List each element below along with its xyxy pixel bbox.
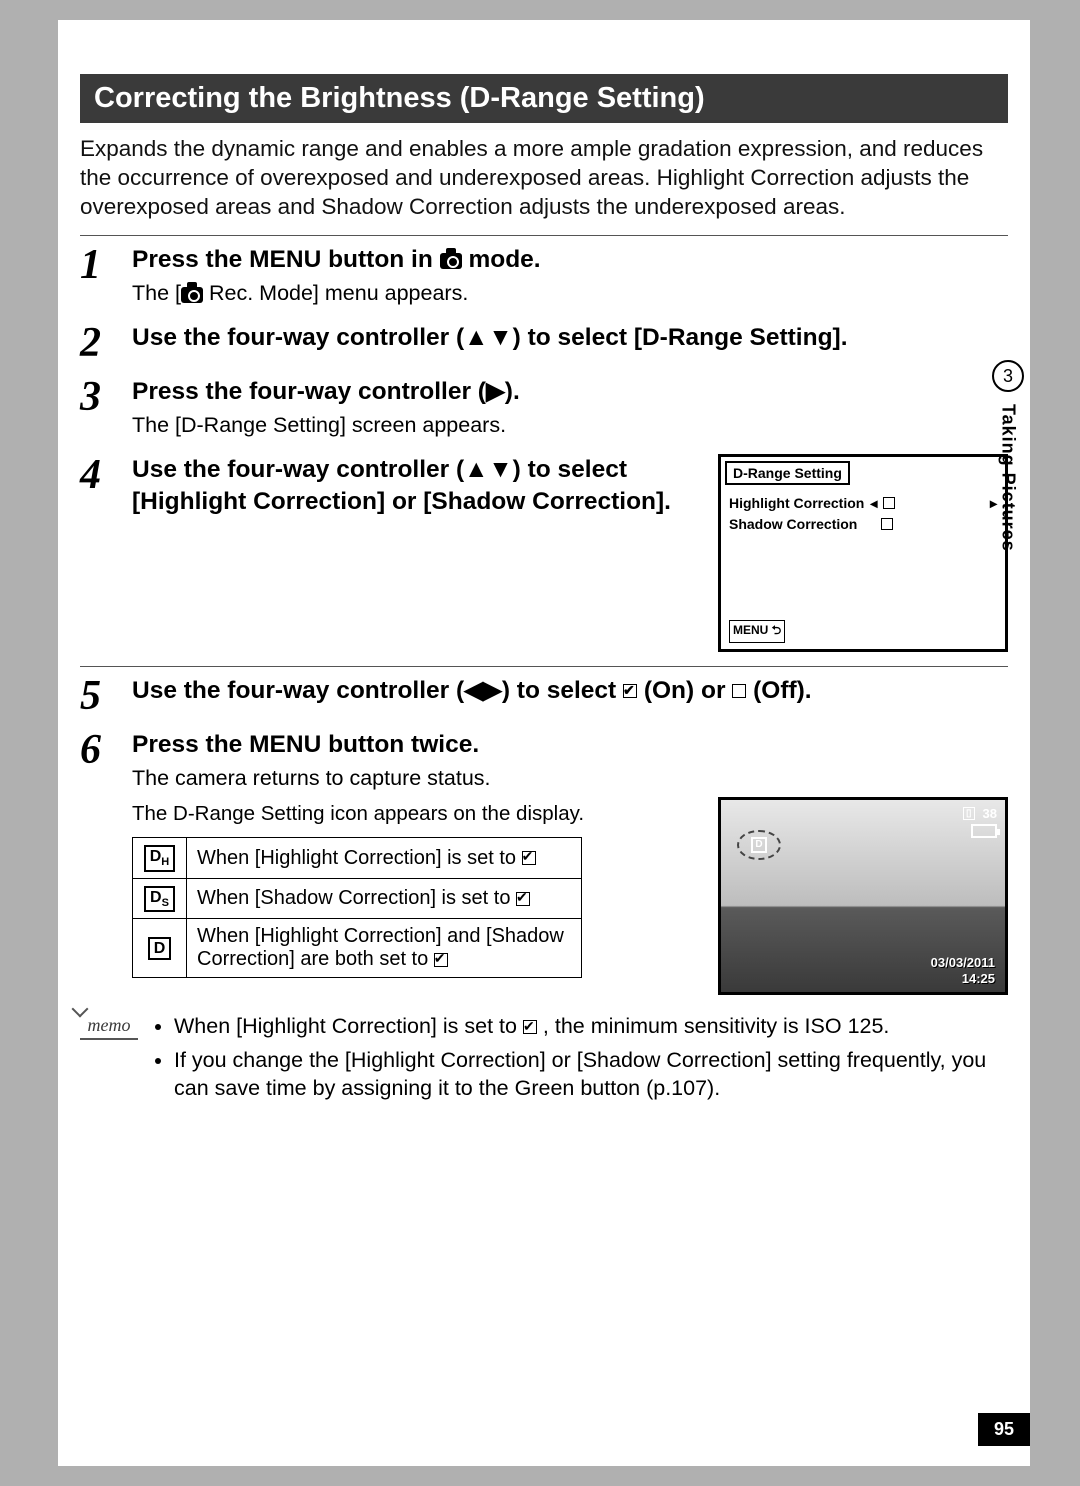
lcd-row-shadow: Shadow Correction — [729, 516, 997, 532]
chapter-title: Taking Pictures — [998, 404, 1019, 552]
t: MENU — [733, 623, 768, 637]
t: mode. — [462, 246, 541, 273]
menu-label: MENU — [249, 731, 321, 758]
memo-block: memo When [Highlight Correction] is set … — [80, 1013, 1008, 1109]
memo-bullet: If you change the [Highlight Correction]… — [174, 1047, 1008, 1103]
t: When [Highlight Correction] is set to — [174, 1014, 523, 1038]
unchecked-icon — [732, 684, 746, 698]
camera-icon — [181, 287, 203, 303]
step-6: 6 Press the MENU button twice. The camer… — [80, 729, 1008, 995]
camera-display-preview: ▯ 38 D 03/03/2011 14:25 — [718, 797, 1008, 995]
step-number: 3 — [80, 376, 114, 418]
chapter-number: 3 — [992, 360, 1024, 392]
lcd-menu-label: MENU ⮌ — [729, 620, 785, 643]
step-5: 5 Use the four-way controller (◀▶) to se… — [80, 675, 1008, 717]
table-row: DH When [Highlight Correction] is set to — [133, 838, 582, 878]
step-instruction: Use the four-way controller (▲▼) to sele… — [132, 322, 1008, 354]
drange-h-icon: DH — [144, 845, 176, 871]
display-date: 03/03/2011 — [931, 955, 995, 970]
step-instruction: Press the MENU button in mode. — [132, 244, 1008, 276]
left-arrow-icon: ◂ — [870, 495, 877, 512]
d-icon: D — [751, 837, 766, 853]
shots-remaining: 38 — [983, 806, 997, 821]
lcd-label: Highlight Correction — [729, 495, 864, 511]
divider — [80, 666, 1008, 667]
card-icon: ▯ — [963, 807, 975, 820]
table-cell: When [Highlight Correction] is set to — [187, 838, 582, 878]
t: Press the — [132, 731, 249, 758]
step-3: 3 Press the four-way controller (▶). The… — [80, 376, 1008, 440]
lcd-label: Shadow Correction — [729, 516, 857, 532]
memo-list: When [Highlight Correction] is set to , … — [174, 1013, 1008, 1109]
intro-text: Expands the dynamic range and enables a … — [80, 135, 1008, 221]
step-4: 4 Use the four-way controller (▲▼) to se… — [80, 454, 1008, 652]
step-2: 2 Use the four-way controller (▲▼) to se… — [80, 322, 1008, 364]
checked-icon — [523, 1020, 537, 1034]
step-number: 1 — [80, 244, 114, 286]
t: button in — [321, 246, 439, 273]
drange-icon-table: DH When [Highlight Correction] is set to… — [132, 837, 582, 978]
step-description: The [ Rec. Mode] menu appears. — [132, 280, 1008, 308]
lcd-screenshot: D-Range Setting Highlight Correction ◂ ▸… — [718, 454, 1008, 652]
t: , the minimum sensitivity is ISO 125. — [537, 1014, 889, 1038]
menu-label: MENU — [249, 246, 321, 273]
checkbox-icon — [881, 518, 893, 530]
step-number: 4 — [80, 454, 114, 496]
drange-icon: D — [148, 937, 172, 960]
camera-icon — [440, 253, 462, 269]
checked-icon — [623, 684, 637, 698]
t: button twice. — [321, 731, 479, 758]
lcd-title: D-Range Setting — [727, 463, 848, 483]
checked-icon — [434, 953, 448, 967]
display-time: 14:25 — [962, 971, 995, 986]
t: Use the four-way controller (◀▶) to sele… — [132, 677, 623, 704]
chapter-thumb-tab: 3 Taking Pictures — [986, 360, 1030, 640]
step-1: 1 Press the MENU button in mode. The [ R… — [80, 244, 1008, 308]
step-number: 5 — [80, 675, 114, 717]
table-cell: When [Shadow Correction] is set to — [187, 878, 582, 918]
t: The [ — [132, 281, 181, 305]
checkbox-icon — [883, 497, 895, 509]
drange-indicator-circle: D — [737, 830, 781, 860]
t: Rec. Mode] menu appears. — [203, 281, 468, 305]
step-instruction: Use the four-way controller (▲▼) to sele… — [132, 454, 698, 518]
t: When [Highlight Correction] is set to — [197, 847, 522, 869]
battery-icon — [971, 824, 997, 838]
table-row: D When [Highlight Correction] and [Shado… — [133, 919, 582, 978]
t: (On) or — [637, 677, 732, 704]
step-description: The camera returns to capture status. — [132, 765, 1008, 793]
step-number: 6 — [80, 729, 114, 771]
t: Press the — [132, 246, 249, 273]
memo-badge: memo — [80, 1013, 138, 1040]
drange-s-icon: DS — [144, 886, 175, 912]
t: When [Shadow Correction] is set to — [197, 887, 516, 909]
page-number: 95 — [978, 1413, 1030, 1446]
step-instruction: Press the four-way controller (▶). — [132, 376, 1008, 408]
checked-icon — [522, 851, 536, 865]
step-instruction: Press the MENU button twice. — [132, 729, 1008, 761]
checked-icon — [516, 892, 530, 906]
step-description: The [D-Range Setting] screen appears. — [132, 412, 1008, 440]
step-instruction: Use the four-way controller (◀▶) to sele… — [132, 675, 1008, 707]
section-title: Correcting the Brightness (D-Range Setti… — [80, 74, 1008, 123]
manual-page: Correcting the Brightness (D-Range Setti… — [58, 20, 1030, 1466]
lcd-row-highlight: Highlight Correction ◂ ▸ — [729, 495, 997, 512]
table-cell: When [Highlight Correction] and [Shadow … — [187, 919, 582, 978]
t: (Off). — [746, 677, 811, 704]
t: When [Highlight Correction] and [Shadow … — [197, 925, 564, 970]
table-row: DS When [Shadow Correction] is set to — [133, 878, 582, 918]
step-description-2: The D-Range Setting icon appears on the … — [132, 801, 698, 828]
memo-bullet: When [Highlight Correction] is set to , … — [174, 1013, 1008, 1041]
step-number: 2 — [80, 322, 114, 364]
divider — [80, 235, 1008, 236]
